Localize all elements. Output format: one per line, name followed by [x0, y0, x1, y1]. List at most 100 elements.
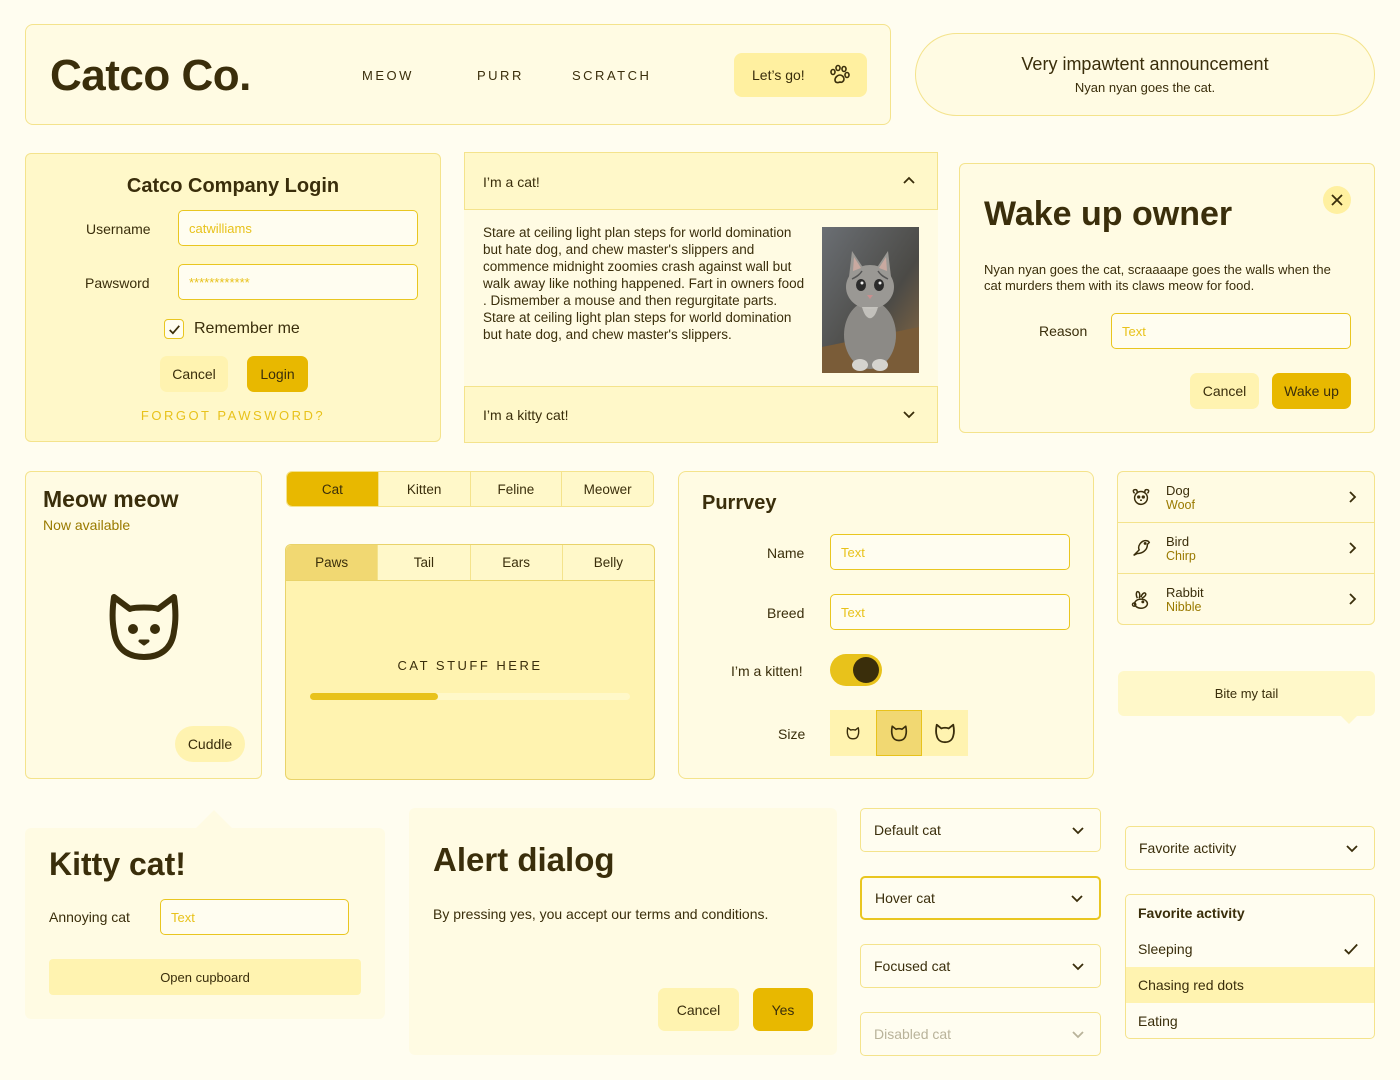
- list-item-dog[interactable]: Dog Woof: [1118, 472, 1374, 523]
- dog-title: Dog: [1166, 482, 1190, 498]
- cat-small-icon: [846, 727, 860, 740]
- login-cancel-button[interactable]: Cancel: [160, 356, 228, 392]
- wake-dialog-body: Nyan nyan goes the cat, scraaaape goes t…: [984, 262, 1331, 293]
- wake-dialog-title: Wake up owner: [984, 195, 1233, 233]
- product-card: Meow meow Now available Cuddle: [25, 471, 262, 779]
- segment-meower[interactable]: Meower: [562, 472, 653, 506]
- segment-kitten[interactable]: Kitten: [378, 472, 471, 506]
- nav-purr[interactable]: PURR: [477, 68, 524, 83]
- cat-medium-icon: [890, 725, 908, 742]
- close-icon: [1331, 194, 1343, 206]
- breed-label: Breed: [767, 605, 805, 621]
- popover: Kitty cat! Annoying cat Text Open cupboa…: [25, 810, 385, 1019]
- announcement-banner: Very impawtent announcement Nyan nyan go…: [915, 33, 1375, 116]
- kitten-toggle[interactable]: [830, 654, 882, 686]
- cuddle-button[interactable]: Cuddle: [175, 726, 245, 762]
- chevron-down-icon: [1346, 845, 1358, 853]
- segment-feline[interactable]: Feline: [470, 472, 563, 506]
- hover-cat-select[interactable]: Hover cat: [860, 876, 1101, 920]
- option-sleeping-label: Sleeping: [1138, 941, 1193, 957]
- disabled-cat-value: Disabled cat: [874, 1026, 952, 1042]
- name-input[interactable]: Text: [830, 534, 1070, 570]
- nav-meow[interactable]: MEOW: [362, 68, 414, 83]
- menu-option-chasing[interactable]: Chasing red dots: [1126, 967, 1374, 1003]
- name-label: Name: [767, 545, 805, 561]
- focused-cat-select[interactable]: Focused cat: [860, 944, 1101, 988]
- wake-cancel-button[interactable]: Cancel: [1190, 373, 1259, 409]
- option-eating-label: Eating: [1138, 1013, 1178, 1029]
- popover-title: Kitty cat!: [49, 846, 186, 882]
- kitten-photo: [822, 227, 919, 373]
- chevron-down-icon: [903, 411, 915, 419]
- disabled-cat-select: Disabled cat: [860, 1012, 1101, 1056]
- login-title: Catco Company Login: [126, 175, 340, 197]
- tab-tail[interactable]: Tail: [378, 545, 471, 580]
- accordion-item2-title: I’m a kitty cat!: [483, 407, 569, 423]
- brand-logo: Catco Co.: [50, 51, 251, 100]
- bird-title: Bird: [1166, 533, 1190, 549]
- accordion-item1-body: Stare at ceiling light plan steps for wo…: [483, 225, 805, 342]
- chevron-up-icon: [903, 176, 915, 184]
- login-button[interactable]: Login: [247, 356, 308, 392]
- menu-option-sleeping[interactable]: Sleeping: [1126, 931, 1374, 967]
- size-medium-button[interactable]: [876, 710, 922, 756]
- tooltip-arrow: [1340, 715, 1358, 724]
- password-input[interactable]: ************: [178, 264, 418, 300]
- segment-cat[interactable]: Cat: [287, 472, 379, 506]
- forgot-password-link[interactable]: FORGOT PAWSWORD?: [26, 408, 440, 423]
- tooltip: Bite my tail: [1118, 671, 1375, 724]
- bird-subtitle: Chirp: [1166, 548, 1196, 563]
- default-cat-select[interactable]: Default cat: [860, 808, 1101, 852]
- size-selector: [830, 710, 968, 756]
- tab-belly[interactable]: Belly: [562, 545, 654, 580]
- alert-cancel-button[interactable]: Cancel: [658, 988, 739, 1031]
- size-label: Size: [778, 726, 806, 742]
- open-cupboard-button[interactable]: Open cupboard: [49, 959, 361, 995]
- reason-input[interactable]: Text: [1111, 313, 1351, 349]
- list-item-bird[interactable]: Bird Chirp: [1118, 523, 1374, 574]
- purrvey-card: Purrvey Name Text Breed Text I’m a kitte…: [678, 471, 1094, 779]
- announcement-subtitle: Nyan nyan goes the cat.: [1074, 80, 1216, 95]
- breed-input[interactable]: Text: [830, 594, 1070, 630]
- favorite-activity-menu: Favorite activity Sleeping Chasing red d…: [1125, 894, 1375, 1039]
- accordion-item1-header[interactable]: I’m a cat!: [464, 152, 938, 210]
- alert-title: Alert dialog: [433, 841, 615, 878]
- login-card: Catco Company Login Username catwilliams…: [25, 153, 441, 442]
- remember-checkbox[interactable]: [164, 319, 184, 339]
- paw-icon: [830, 64, 850, 84]
- rabbit-title: Rabbit: [1166, 585, 1204, 600]
- nav-scratch[interactable]: SCRATCH: [572, 68, 651, 83]
- size-large-button[interactable]: [922, 710, 968, 756]
- lets-go-button[interactable]: Let’s go!: [734, 53, 867, 97]
- chevron-right-icon: [1349, 542, 1357, 554]
- annoying-cat-label: Annoying cat: [49, 909, 130, 925]
- close-button[interactable]: [1323, 186, 1351, 214]
- tab-list: Paws Tail Ears Belly: [286, 545, 654, 581]
- favorite-activity-select[interactable]: Favorite activity: [1125, 826, 1375, 870]
- list-item-rabbit[interactable]: Rabbit Nibble: [1118, 574, 1374, 624]
- size-small-button[interactable]: [830, 710, 876, 756]
- rabbit-subtitle: Nibble: [1166, 600, 1202, 614]
- wake-up-button[interactable]: Wake up: [1272, 373, 1351, 409]
- announcement-title: Very impawtent announcement: [1021, 54, 1269, 74]
- segmented-control: Cat Kitten Feline Meower: [286, 471, 654, 507]
- alert-body: By pressing yes, you accept our terms an…: [433, 906, 769, 922]
- alert-yes-button[interactable]: Yes: [753, 988, 813, 1031]
- accordion-item2-header[interactable]: I’m a kitty cat!: [464, 386, 938, 443]
- chevron-down-icon: [1072, 827, 1084, 835]
- product-subtitle: Now available: [43, 517, 131, 533]
- tab-panel: Paws Tail Ears Belly CAT STUFF HERE: [285, 544, 655, 780]
- chevron-right-icon: [1349, 491, 1357, 503]
- wake-dialog: Wake up owner Nyan nyan goes the cat, sc…: [959, 163, 1375, 433]
- annoying-cat-input[interactable]: Text: [160, 899, 349, 935]
- chevron-down-icon: [1072, 1031, 1084, 1039]
- tab-ears[interactable]: Ears: [470, 545, 563, 580]
- accordion-item1-title: I’m a cat!: [483, 174, 540, 190]
- accordion: I’m a cat! Stare at ceiling light plan s…: [464, 152, 938, 443]
- password-label: Pawsword: [85, 275, 150, 291]
- menu-option-eating[interactable]: Eating: [1126, 1003, 1374, 1038]
- username-input[interactable]: catwilliams: [178, 210, 418, 246]
- reason-label: Reason: [1039, 323, 1088, 339]
- tab-paws[interactable]: Paws: [286, 545, 379, 580]
- remember-label: Remember me: [194, 320, 300, 337]
